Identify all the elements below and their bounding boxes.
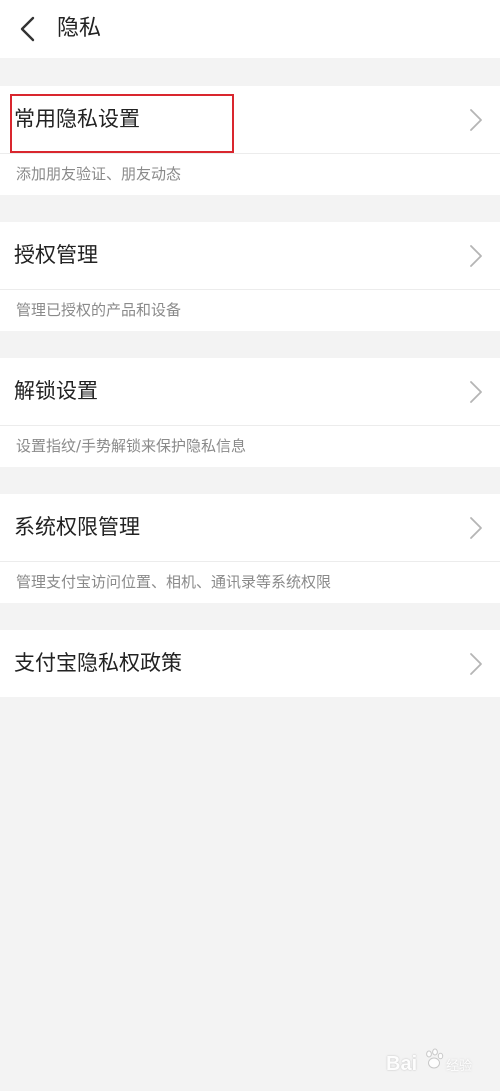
row-system-permission-management[interactable]: 系统权限管理 [0, 494, 500, 561]
chevron-right-icon [470, 245, 482, 267]
row-label: 常用隐私设置 [14, 107, 140, 131]
section-authorization: 授权管理 管理已授权的产品和设备 [0, 222, 500, 331]
row-description: 添加朋友验证、朋友动态 [0, 153, 500, 195]
chevron-right-icon [470, 653, 482, 675]
row-common-privacy-settings[interactable]: 常用隐私设置 [0, 86, 500, 153]
chevron-left-icon [20, 16, 35, 42]
row-authorization-management[interactable]: 授权管理 [0, 222, 500, 289]
header-bar: 隐私 [0, 0, 500, 58]
chevron-right-icon [470, 517, 482, 539]
row-description: 管理已授权的产品和设备 [0, 289, 500, 331]
paw-icon [426, 1048, 444, 1069]
watermark-brand: Bai [386, 1053, 418, 1075]
section-privacy-policy: 支付宝隐私权政策 [0, 630, 500, 697]
page-title: 隐私 [57, 16, 102, 41]
row-unlock-settings[interactable]: 解锁设置 [0, 358, 500, 425]
chevron-right-icon [470, 381, 482, 403]
section-unlock: 解锁设置 设置指纹/手势解锁来保护隐私信息 [0, 358, 500, 467]
section-system-permissions: 系统权限管理 管理支付宝访问位置、相机、通讯录等系统权限 [0, 494, 500, 603]
row-privacy-policy[interactable]: 支付宝隐私权政策 [0, 630, 500, 697]
watermark-suffix: 经验 [446, 1059, 473, 1074]
description-text: 管理已授权的产品和设备 [16, 301, 182, 319]
row-label: 解锁设置 [14, 379, 98, 403]
baidu-jingyan-watermark: Bai 经验 [386, 1045, 486, 1081]
description-text: 管理支付宝访问位置、相机、通讯录等系统权限 [16, 573, 332, 591]
chevron-right-icon [470, 109, 482, 131]
row-label: 授权管理 [14, 243, 98, 267]
back-button[interactable] [14, 14, 44, 44]
row-description: 设置指纹/手势解锁来保护隐私信息 [0, 425, 500, 467]
description-text: 添加朋友验证、朋友动态 [16, 165, 182, 183]
section-common-privacy: 常用隐私设置 添加朋友验证、朋友动态 [0, 86, 500, 195]
row-label: 系统权限管理 [14, 515, 140, 539]
description-text: 设置指纹/手势解锁来保护隐私信息 [16, 437, 247, 455]
row-description: 管理支付宝访问位置、相机、通讯录等系统权限 [0, 561, 500, 603]
row-label: 支付宝隐私权政策 [14, 651, 182, 675]
